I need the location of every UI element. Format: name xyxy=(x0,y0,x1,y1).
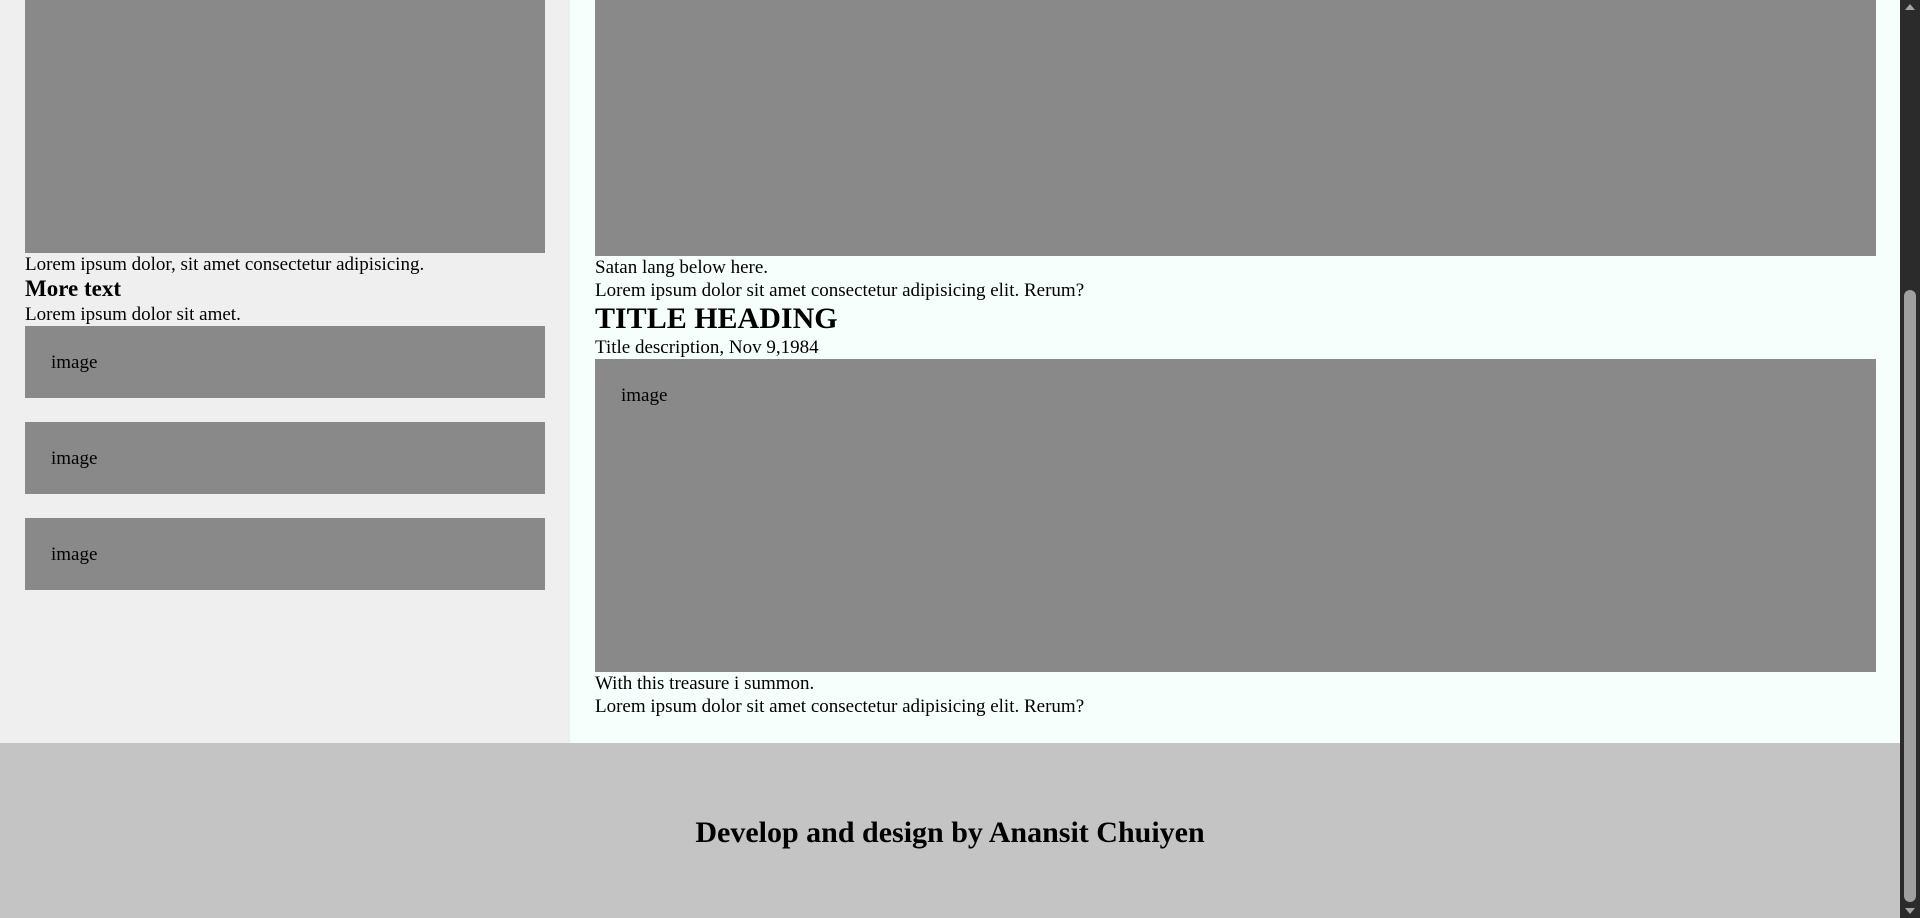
image-placeholder-label: image xyxy=(51,544,98,565)
sidebar-more-title: More text xyxy=(25,276,121,301)
sidebar-more-text: Lorem ipsum dolor sit amet. xyxy=(25,304,241,325)
sidebar-image-card: image xyxy=(25,326,545,398)
post-description: Title description, Nov 9,1984 xyxy=(595,337,819,358)
post-caption: With this treasure i summon. xyxy=(595,673,815,694)
page-viewport: Lorem ipsum dolor, sit amet consectetur … xyxy=(0,0,1900,918)
post-image: image xyxy=(595,359,1876,672)
footer-credit: Develop and design by Anansit Chuiyen xyxy=(695,816,1205,849)
sidebar-hero-caption: Lorem ipsum dolor, sit amet consectetur … xyxy=(25,254,425,275)
post-image xyxy=(595,0,1876,256)
post-text: Lorem ipsum dolor sit amet consectetur a… xyxy=(595,280,1085,301)
image-placeholder-label: image xyxy=(51,448,98,469)
scroll-up-arrow-icon[interactable] xyxy=(1905,4,1915,10)
image-placeholder-label: image xyxy=(621,385,668,406)
vertical-scrollbar[interactable] xyxy=(1900,0,1920,918)
footer: Develop and design by Anansit Chuiyen xyxy=(0,743,1900,918)
image-placeholder-label: image xyxy=(51,352,98,373)
post-title: TITLE HEADING xyxy=(595,302,838,335)
sidebar-image-card: image xyxy=(25,422,545,494)
sidebar: Lorem ipsum dolor, sit amet consectetur … xyxy=(0,0,570,743)
post-text: Lorem ipsum dolor sit amet consectetur a… xyxy=(595,696,1085,717)
post-caption: Satan lang below here. xyxy=(595,257,769,278)
sidebar-image-card: image xyxy=(25,518,545,590)
scrollbar-thumb[interactable] xyxy=(1904,290,1916,902)
scroll-down-arrow-icon[interactable] xyxy=(1905,908,1915,914)
main-content: Satan lang below here. Lorem ipsum dolor… xyxy=(570,0,1900,743)
sidebar-hero-image xyxy=(25,0,545,253)
